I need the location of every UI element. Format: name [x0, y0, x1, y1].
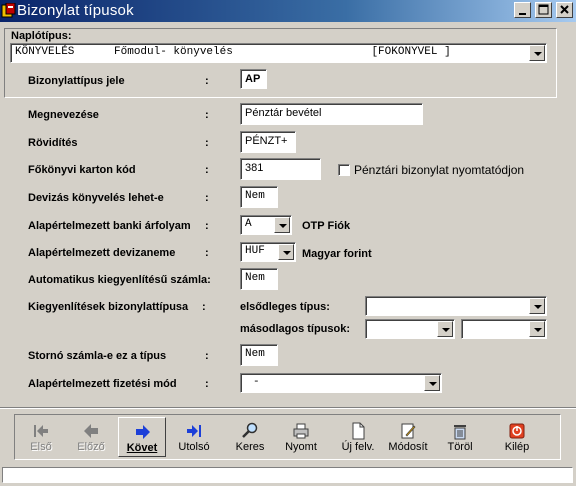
previous-button-label: Előző [77, 441, 105, 453]
next-icon [136, 425, 150, 439]
first-icon [34, 425, 48, 437]
jel-field[interactable]: AP [240, 69, 267, 89]
search-button-label: Keres [235, 441, 265, 453]
banki-select[interactable]: A [240, 215, 292, 235]
megnevezes-field[interactable]: Pénztár bevétel [240, 103, 423, 125]
previous-button[interactable]: Előző [67, 417, 115, 457]
exit-button-label: Kilép [504, 441, 530, 453]
last-button[interactable]: Utolsó [170, 417, 218, 457]
edit-icon [401, 423, 416, 439]
chevron-down-icon[interactable] [274, 217, 290, 233]
storno-colon: : [205, 350, 209, 362]
masod-select-1[interactable] [365, 319, 455, 339]
chevron-down-icon[interactable] [278, 244, 294, 260]
megnevezes-colon: : [205, 109, 209, 121]
previous-icon [84, 424, 98, 438]
fokonyvi-colon: : [205, 164, 209, 176]
maximize-button[interactable] [535, 2, 552, 18]
chevron-down-icon[interactable] [529, 298, 545, 314]
jel-label: Bizonylattípus jele [28, 75, 125, 87]
auto-label: Automatikus kiegyenlítésű számla: [28, 274, 211, 286]
naplo-select-value: KÖNYVELÉS Főmodul- könyvelés [FOKONYVEL … [15, 46, 451, 58]
banki-label: Alapértelmezett banki árfolyam [28, 220, 191, 232]
new-record-icon [352, 422, 365, 440]
minimize-button[interactable] [514, 2, 531, 18]
fokonyvi-label: Főkönyvi karton kód [28, 164, 136, 176]
banki-desc: OTP Fiók [302, 220, 351, 232]
nyomtatodjon-checkbox[interactable] [338, 164, 350, 176]
deviza-label: Alapértelmezett devizaneme [28, 247, 176, 259]
first-button-label: Első [30, 441, 52, 453]
new-record-button[interactable]: Új felv. [334, 417, 382, 457]
rovidites-label: Rövidítés [28, 137, 78, 149]
naplo-label: Naplótípus: [11, 30, 72, 42]
status-bar [2, 467, 573, 483]
chevron-down-icon[interactable] [529, 45, 545, 61]
close-button[interactable] [556, 2, 573, 18]
next-button[interactable]: Követ [118, 417, 166, 457]
first-button[interactable]: Első [17, 417, 65, 457]
print-button[interactable]: Nyomt [277, 417, 325, 457]
deviza-select[interactable]: HUF [240, 242, 296, 262]
banki-select-value: A [245, 218, 252, 230]
rovidites-field[interactable]: PÉNZT+ [240, 131, 296, 153]
storno-label: Stornó számla-e ez a típus [28, 350, 167, 362]
fizetesi-select[interactable]: - [240, 373, 442, 393]
print-icon [293, 423, 309, 439]
deviza-desc: Magyar forint [302, 248, 372, 260]
storno-field[interactable]: Nem [240, 344, 278, 366]
chevron-down-icon[interactable] [437, 321, 453, 337]
elso-select[interactable] [365, 296, 547, 316]
new-record-button-label: Új felv. [341, 441, 375, 453]
toolbar-separator [0, 407, 576, 409]
maximize-icon [538, 4, 549, 15]
megnevezes-label: Megnevezése [28, 109, 99, 121]
devizas-label: Devizás könyvelés lehet-e [28, 192, 164, 204]
masod-select-2[interactable] [461, 319, 547, 339]
window-title: Bizonylat típusok [17, 2, 134, 19]
fizetesi-label: Alapértelmezett fizetési mód [28, 378, 177, 390]
kiegyenlites-colon: : [202, 301, 206, 313]
next-button-label: Követ [126, 442, 158, 454]
last-button-label: Utolsó [178, 441, 210, 453]
devizas-field[interactable]: Nem [240, 186, 278, 208]
delete-button-label: Töröl [447, 441, 473, 453]
masod-label: másodlagos típusok: [240, 323, 351, 335]
devizas-colon: : [205, 192, 209, 204]
naplo-select[interactable]: KÖNYVELÉS Főmodul- könyvelés [FOKONYVEL … [10, 43, 547, 63]
naplo-groupbox [4, 28, 557, 98]
exit-icon [509, 423, 525, 439]
auto-field[interactable]: Nem [240, 268, 278, 290]
exit-button[interactable]: Kilép [493, 417, 541, 457]
search-button[interactable]: Keres [226, 417, 274, 457]
banki-colon: : [205, 220, 209, 232]
title-bar: Bizonylat típusok [0, 0, 576, 22]
app-icon [1, 3, 16, 18]
kiegyenlites-label: Kiegyenlítések bizonylattípusa [28, 301, 189, 313]
delete-button[interactable]: Töröl [436, 417, 484, 457]
edit-button-label: Módosít [388, 441, 428, 453]
elso-label: elsődleges típus: [240, 301, 330, 313]
rovidites-colon: : [205, 137, 209, 149]
edit-button[interactable]: Módosít [384, 417, 432, 457]
jel-colon: : [205, 75, 209, 87]
deviza-select-value: HUF [245, 245, 265, 257]
fizetesi-colon: : [205, 378, 209, 390]
delete-icon [454, 425, 466, 440]
chevron-down-icon[interactable] [424, 375, 440, 391]
chevron-down-icon[interactable] [529, 321, 545, 337]
close-icon [560, 5, 569, 14]
print-button-label: Nyomt [285, 441, 317, 453]
deviza-colon: : [205, 247, 209, 259]
search-icon [242, 422, 258, 438]
nyomtatodjon-label: Pénztári bizonylat nyomtatódjon [354, 163, 525, 177]
minimize-icon [519, 13, 526, 15]
last-icon [187, 425, 201, 437]
fizetesi-select-value: - [253, 376, 260, 388]
fokonyvi-field[interactable]: 381 [240, 158, 321, 180]
